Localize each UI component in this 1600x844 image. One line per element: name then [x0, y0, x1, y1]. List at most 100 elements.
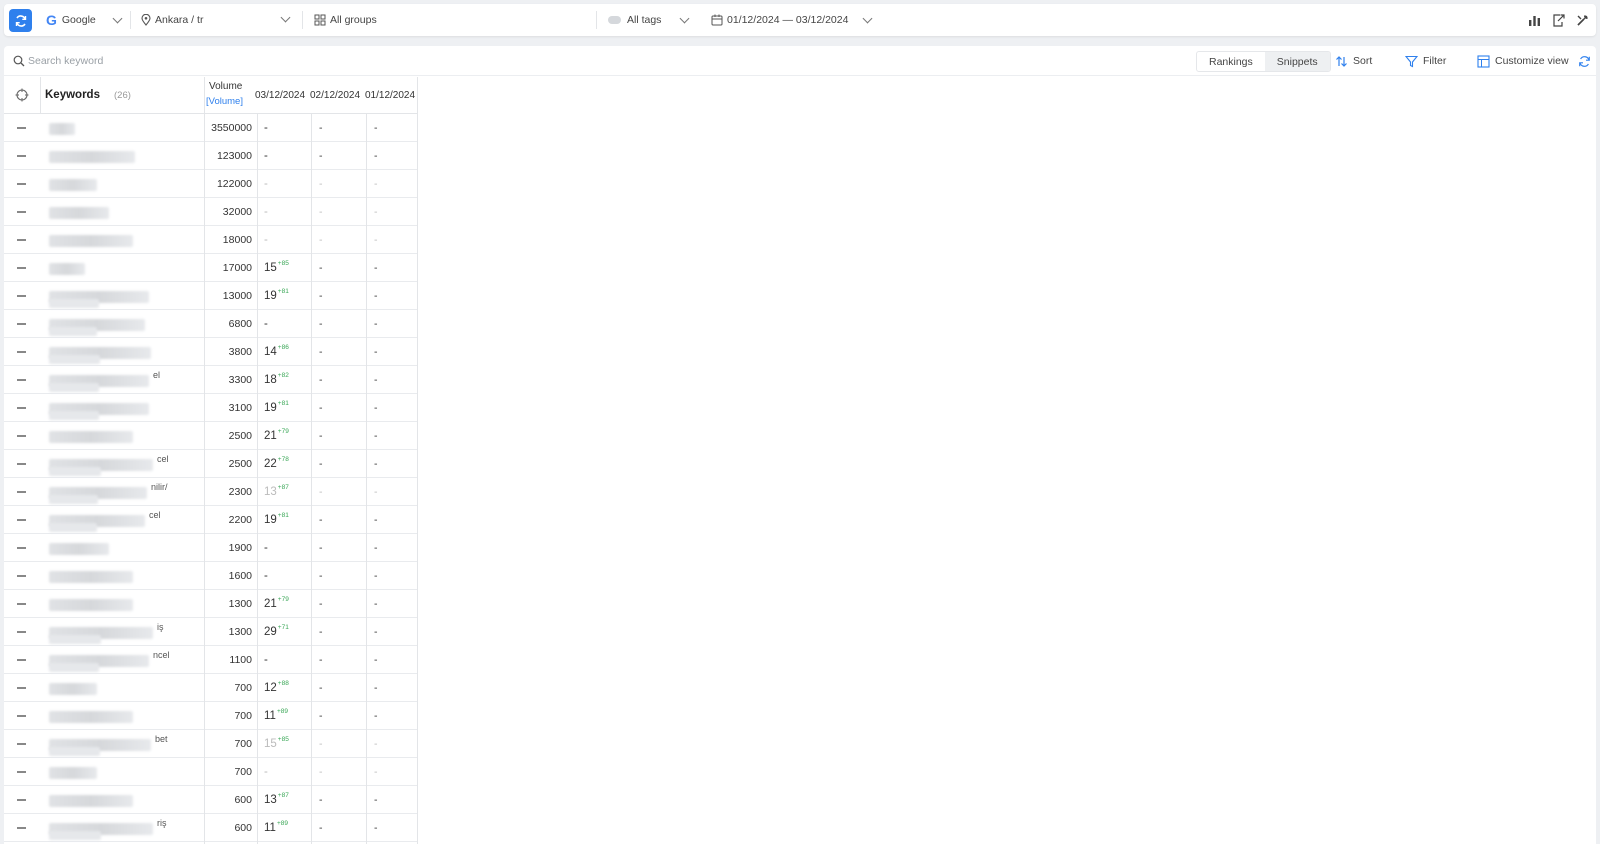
row-toggle[interactable]: [17, 674, 26, 702]
tools-icon[interactable]: [1576, 4, 1590, 36]
location-select[interactable]: Ankara / tr: [141, 4, 203, 36]
date-header[interactable]: 02/12/2024: [310, 90, 360, 101]
keyword-redacted: [49, 263, 85, 275]
row-toggle[interactable]: [17, 646, 26, 674]
keywords-header[interactable]: Keywords: [45, 89, 100, 101]
table-row[interactable]: 32000- - -: [4, 198, 418, 226]
row-toggle[interactable]: [17, 758, 26, 786]
row-toggle[interactable]: [17, 310, 26, 338]
keyword-redacted: [49, 767, 97, 779]
volume-header[interactable]: Volume: [209, 81, 242, 92]
table-row[interactable]: 1600- - -: [4, 562, 418, 590]
table-row[interactable]: 3800 14 +86 - -: [4, 338, 418, 366]
sync-icon[interactable]: [1578, 46, 1591, 76]
position-cell: -: [374, 542, 378, 554]
customize-view-button[interactable]: Customize view: [1477, 46, 1569, 76]
rankings-tab[interactable]: Rankings: [1197, 52, 1265, 71]
row-toggle[interactable]: [17, 506, 26, 534]
row-toggle[interactable]: [17, 702, 26, 730]
position-cell: -: [319, 430, 323, 442]
table-row[interactable]: el 3300 18 +82 - -: [4, 366, 418, 394]
crosshair-icon[interactable]: [15, 88, 29, 102]
row-toggle[interactable]: [17, 534, 26, 562]
row-toggle[interactable]: [17, 226, 26, 254]
table-row[interactable]: ncel 1100- - -: [4, 646, 418, 674]
table-row[interactable]: 3100 19 +81 - -: [4, 394, 418, 422]
position-change: +81: [277, 511, 289, 519]
table-row[interactable]: 700- - -: [4, 758, 418, 786]
tags-select[interactable]: All tags: [608, 4, 690, 36]
volume-link[interactable]: [Volume]: [206, 96, 243, 107]
row-toggle[interactable]: [17, 338, 26, 366]
position-cell: -: [264, 226, 269, 254]
table-row[interactable]: bet 700 15 +85 - -: [4, 730, 418, 758]
row-toggle[interactable]: [17, 170, 26, 198]
table-row[interactable]: nilir/2300 13 +87 - -: [4, 478, 418, 506]
row-toggle[interactable]: [17, 562, 26, 590]
table-row[interactable]: 700 11 +89 - -: [4, 702, 418, 730]
row-toggle[interactable]: [17, 198, 26, 226]
position-cell: -: [319, 570, 323, 582]
row-toggle[interactable]: [17, 142, 26, 170]
position-cell: -: [374, 654, 378, 666]
table-row[interactable]: 6800- - -: [4, 310, 418, 338]
table-row[interactable]: 17000 15 +85 - -: [4, 254, 418, 282]
sort-button[interactable]: Sort: [1335, 46, 1372, 76]
table-row[interactable]: 2500 21 +79 - -: [4, 422, 418, 450]
position-cell: 13 +87: [264, 786, 289, 814]
table-row[interactable]: 13000 19 +81 - -: [4, 282, 418, 310]
table-row[interactable]: riş 600 11 +89 - -: [4, 814, 418, 842]
table-row[interactable]: 3550000- - -: [4, 114, 418, 142]
keyword-redacted: [49, 543, 109, 555]
keyword-redacted: [49, 663, 99, 672]
table-row[interactable]: cel 2200 19 +81 - -: [4, 506, 418, 534]
search-input[interactable]: [28, 52, 328, 70]
groups-select[interactable]: All groups: [314, 4, 377, 36]
row-toggle[interactable]: [17, 618, 26, 646]
row-toggle[interactable]: [17, 814, 26, 842]
refresh-logo-icon[interactable]: [9, 9, 32, 32]
row-toggle[interactable]: [17, 366, 26, 394]
row-toggle[interactable]: [17, 282, 26, 310]
snippets-tab[interactable]: Snippets: [1264, 52, 1330, 71]
date-header[interactable]: 03/12/2024: [255, 90, 305, 101]
table-row[interactable]: 1900- - -: [4, 534, 418, 562]
search-engine-select[interactable]: G Google: [46, 4, 123, 36]
minus-icon: [17, 155, 26, 157]
table-row[interactable]: cel 2500 22 +78 - -: [4, 450, 418, 478]
chevron-down-icon[interactable]: [280, 12, 291, 23]
position-cell: -: [319, 290, 323, 302]
row-toggle[interactable]: [17, 114, 26, 142]
row-toggle[interactable]: [17, 394, 26, 422]
row-toggle[interactable]: [17, 422, 26, 450]
position-cell: 19 +81: [264, 282, 289, 310]
filter-button[interactable]: Filter: [1405, 46, 1446, 76]
row-toggle[interactable]: [17, 450, 26, 478]
row-toggle[interactable]: [17, 254, 26, 282]
table-row[interactable]: 700 12 +88 - -: [4, 674, 418, 702]
table-row[interactable]: iş 1300 29 +71 - -: [4, 618, 418, 646]
row-toggle[interactable]: [17, 730, 26, 758]
date-range-select[interactable]: 01/12/2024 — 03/12/2024: [711, 4, 873, 36]
table-row[interactable]: 1300 21 +79 - -: [4, 590, 418, 618]
position-cell: 19 +81: [264, 394, 289, 422]
date-header[interactable]: 01/12/2024: [365, 90, 415, 101]
position-cell: -: [319, 598, 323, 610]
chart-icon[interactable]: [1528, 4, 1542, 36]
table-row[interactable]: 123000- - -: [4, 142, 418, 170]
volume-cell: 700: [234, 738, 252, 750]
table-row[interactable]: 18000- - -: [4, 226, 418, 254]
row-toggle[interactable]: [17, 786, 26, 814]
keyword-redacted: [49, 207, 109, 219]
table-row[interactable]: 122000- - -: [4, 170, 418, 198]
export-icon[interactable]: [1552, 4, 1566, 36]
position-value: -: [264, 150, 268, 162]
row-toggle[interactable]: [17, 590, 26, 618]
table-row[interactable]: 600 13 +87 - -: [4, 786, 418, 814]
minus-icon: [17, 799, 26, 801]
sort-label: Sort: [1353, 55, 1373, 67]
row-toggle[interactable]: [17, 478, 26, 506]
position-cell: -: [374, 374, 378, 386]
position-cell: -: [319, 710, 323, 722]
keyword-redacted: [49, 235, 133, 247]
